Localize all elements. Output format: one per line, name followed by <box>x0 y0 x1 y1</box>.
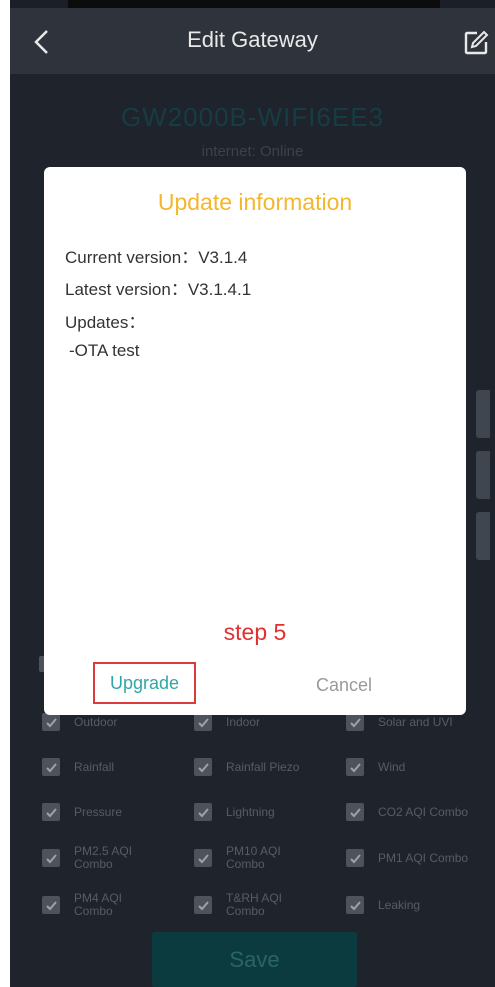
sensor-label: Outdoor <box>74 714 118 729</box>
sensor-item[interactable]: PM2.5 AQI Combo <box>42 842 192 874</box>
step-annotation: step 5 <box>223 619 287 645</box>
save-button[interactable]: Save <box>152 932 357 987</box>
sensor-label: Indoor <box>226 714 261 729</box>
upgrade-button[interactable]: Upgrade <box>93 662 196 704</box>
current-version: Current version：V3.1.4 <box>65 248 248 267</box>
checkmark-icon <box>42 758 60 776</box>
sensor-label: Rainfall Piezo <box>226 759 300 774</box>
sensor-item[interactable]: PM1 AQI Combo <box>346 842 495 874</box>
sensor-item[interactable]: Wind <box>346 751 495 783</box>
checkmark-icon <box>42 849 60 867</box>
sensor-label: Rainfall <box>74 759 115 774</box>
checkmark-icon <box>194 758 212 776</box>
app-header: Edit Gateway <box>10 8 495 74</box>
sensor-item[interactable]: Rainfall <box>42 751 192 783</box>
sensor-label: Lightning <box>226 804 275 819</box>
sensor-label: Pressure <box>74 804 123 819</box>
updates-label: Updates： <box>65 313 146 332</box>
sensor-item[interactable]: PM4 AQI Combo <box>42 889 192 921</box>
checkmark-icon <box>346 849 364 867</box>
sensor-label: Leaking <box>378 897 421 912</box>
checkmark-icon <box>42 713 60 731</box>
dialog-title: Update information <box>157 189 353 215</box>
edit-icon[interactable] <box>463 30 489 56</box>
checkmark-icon <box>194 713 212 731</box>
sensor-label: Solar and UVI <box>378 714 453 729</box>
checkmark-icon <box>42 896 60 914</box>
update-dialog: Update information Current version：V3.1.… <box>44 167 466 715</box>
checkmark-icon <box>194 849 212 867</box>
update-item: -OTA test <box>69 341 140 360</box>
sensor-label: PM10 AQI Combo <box>226 844 281 871</box>
sensor-item[interactable]: Lightning <box>194 796 344 828</box>
sensor-label: Wind <box>378 759 406 774</box>
checkmark-icon <box>194 803 212 821</box>
status-strip <box>68 0 440 8</box>
sensor-label: T&RH AQI Combo <box>226 891 283 918</box>
checkmark-icon <box>346 803 364 821</box>
cancel-button[interactable]: Cancel <box>316 675 372 696</box>
sensor-item[interactable]: Pressure <box>42 796 192 828</box>
sensor-item[interactable]: Leaking <box>346 889 495 921</box>
checkmark-icon <box>346 896 364 914</box>
checkmark-icon <box>42 803 60 821</box>
sensor-label: CO2 AQI Combo <box>378 804 469 819</box>
sensor-label: PM2.5 AQI Combo <box>74 844 133 871</box>
side-button[interactable] <box>476 451 490 499</box>
sensor-item[interactable]: PM10 AQI Combo <box>194 842 344 874</box>
sensor-label: PM1 AQI Combo <box>378 850 469 865</box>
sensor-item[interactable]: T&RH AQI Combo <box>194 889 344 921</box>
checkmark-icon <box>194 896 212 914</box>
sensor-item[interactable]: Rainfall Piezo <box>194 751 344 783</box>
side-button[interactable] <box>476 390 490 438</box>
checkmark-icon <box>346 758 364 776</box>
checkmark-icon <box>346 713 364 731</box>
gateway-name: GW2000B-WIFI6EE3 <box>120 102 385 132</box>
side-button[interactable] <box>476 512 490 560</box>
sensor-label: PM4 AQI Combo <box>74 891 123 918</box>
gateway-status: internet: Online <box>201 143 304 160</box>
latest-version: Latest version：V3.1.4.1 <box>65 280 252 299</box>
sensor-item[interactable]: CO2 AQI Combo <box>346 796 495 828</box>
page-title: Edit Gateway <box>187 27 318 52</box>
